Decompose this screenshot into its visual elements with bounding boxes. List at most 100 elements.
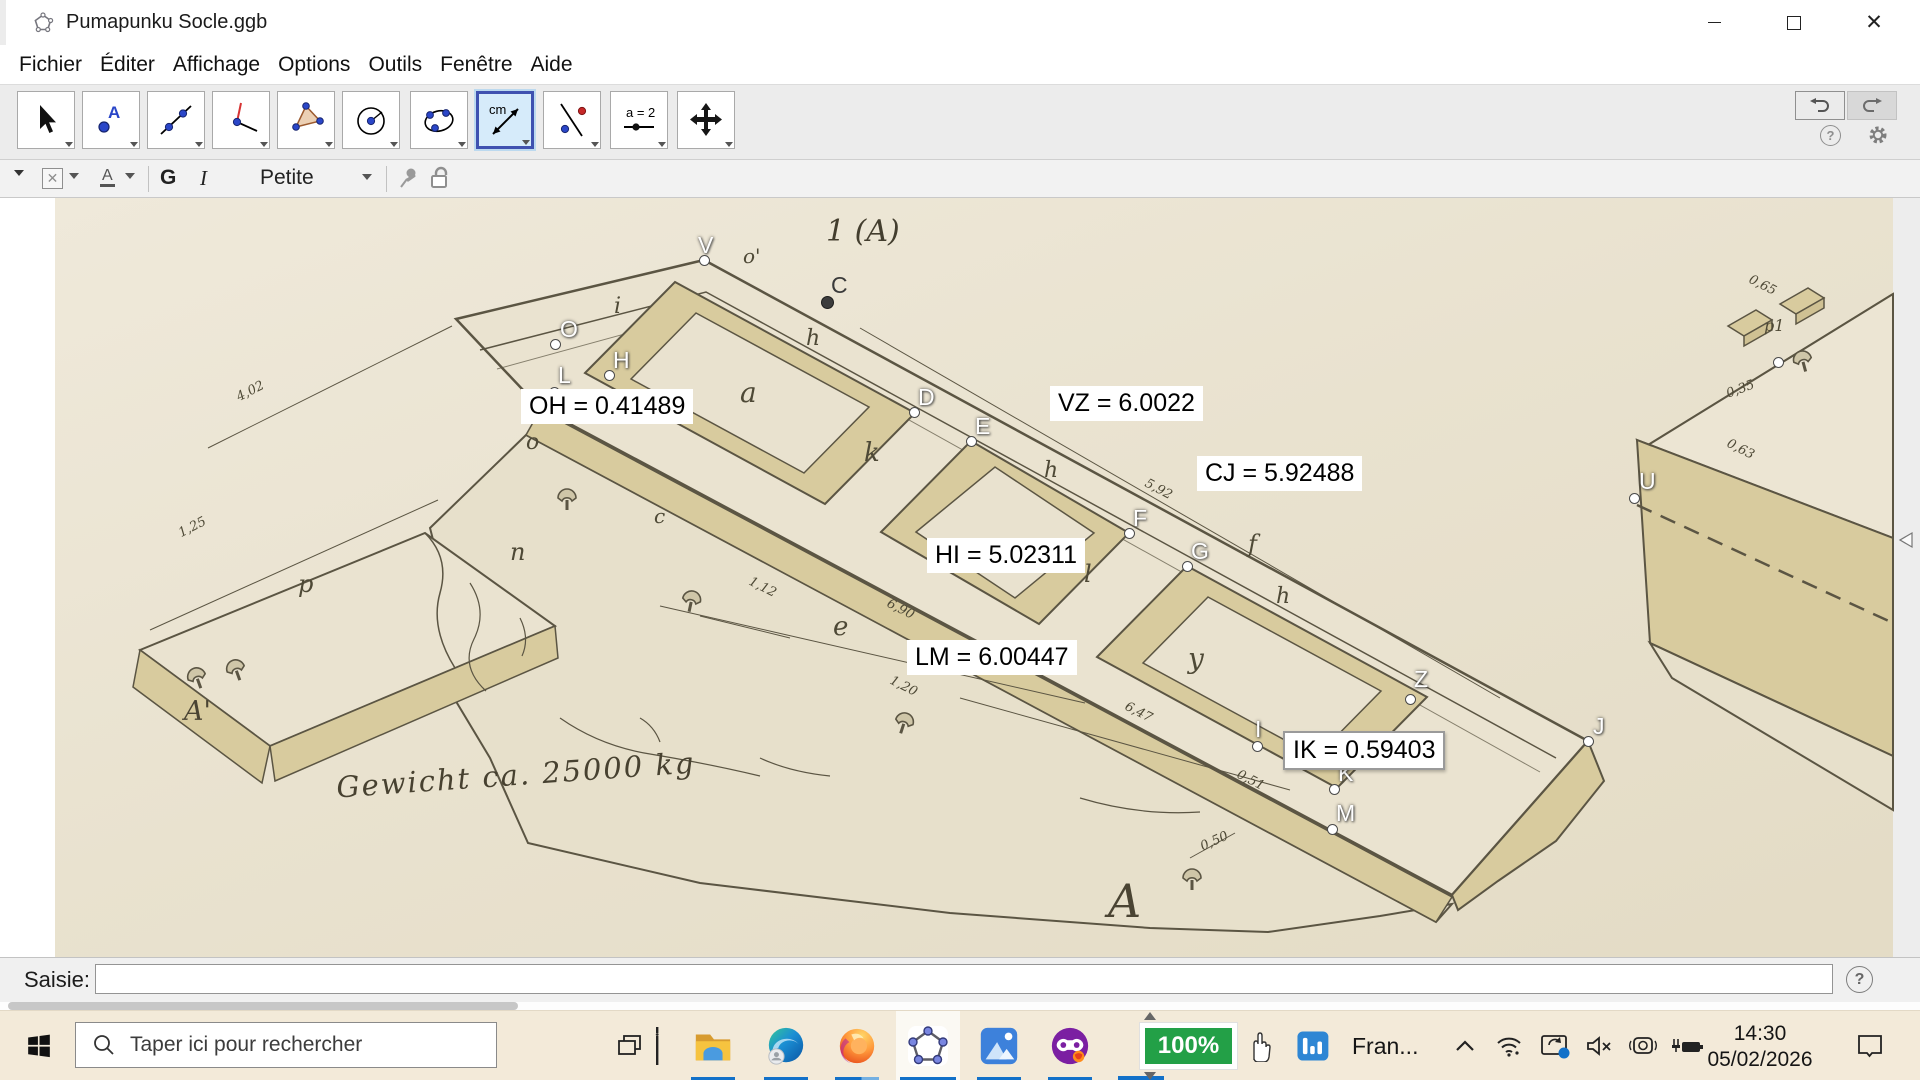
algebra-input[interactable] <box>95 964 1833 994</box>
reflect-icon <box>552 100 592 140</box>
taskbar-firefox[interactable] <box>833 1011 881 1080</box>
tool-conic[interactable] <box>410 91 468 149</box>
action-center-button[interactable] <box>1844 1011 1896 1080</box>
taskbar-file-explorer[interactable] <box>689 1011 737 1080</box>
plate-dimension: 0,50 <box>1198 829 1231 854</box>
taskbar-edge[interactable] <box>762 1011 810 1080</box>
pin-button[interactable] <box>398 166 420 195</box>
taskbar-geogebra-active[interactable] <box>896 1011 960 1080</box>
menu-item-fichier[interactable]: Fichier <box>10 45 91 84</box>
input-help-button[interactable]: ? <box>1846 966 1873 993</box>
measurement-label[interactable]: HI = 5.02311 <box>927 538 1085 573</box>
search-box[interactable]: Taper ici pour rechercher <box>75 1022 497 1068</box>
pen-cursor <box>652 1011 662 1080</box>
menu-item-fenêtre[interactable]: Fenêtre <box>431 45 521 84</box>
font-size-select[interactable]: Petite <box>260 166 314 190</box>
help-icon: ? <box>1820 125 1841 146</box>
tool-line[interactable] <box>147 91 205 149</box>
point-unnamed[interactable] <box>1773 357 1784 368</box>
tool-slider[interactable]: a = 2 <box>610 91 668 149</box>
measurement-label[interactable]: CJ = 5.92488 <box>1197 456 1362 491</box>
pin-icon <box>398 166 420 190</box>
menu-item-outils[interactable]: Outils <box>359 45 431 84</box>
cursor-icon <box>26 100 66 140</box>
measurement-label[interactable]: IK = 0.59403 <box>1283 731 1445 770</box>
redo-icon <box>1861 98 1883 114</box>
menu-item-aide[interactable]: Aide <box>522 45 582 84</box>
tool-distance[interactable]: cm <box>476 91 534 149</box>
tool-point[interactable]: A <box>82 91 140 149</box>
magnifier-up-icon[interactable] <box>1144 1012 1156 1020</box>
language-indicator[interactable]: Fran... <box>1352 1011 1418 1080</box>
tool-perpendicular-line[interactable] <box>212 91 270 149</box>
taskbar-clock[interactable]: 14:30 05/02/2026 <box>1700 1011 1820 1080</box>
task-view-button[interactable] <box>606 1011 654 1080</box>
tool-polygon[interactable] <box>277 91 335 149</box>
text-color-button[interactable]: A <box>100 167 115 187</box>
redo-button[interactable] <box>1847 91 1897 120</box>
bold-button[interactable]: G <box>160 166 176 190</box>
plate-dimension: 6,47 <box>1122 699 1155 726</box>
menu-item-éditer[interactable]: Éditer <box>91 45 164 84</box>
plate-letter: a <box>740 376 757 409</box>
taskbar-photos[interactable] <box>975 1011 1023 1080</box>
magnifier-widget[interactable]: 100% <box>1140 1023 1237 1069</box>
hidden-icons-button[interactable] <box>1446 1011 1484 1080</box>
camera-button[interactable] <box>1622 1011 1664 1080</box>
cast-icon <box>1540 1033 1570 1059</box>
measurement-label[interactable]: VZ = 6.0022 <box>1050 386 1203 421</box>
search-icon <box>92 1033 116 1057</box>
wifi-button[interactable] <box>1490 1011 1528 1080</box>
battery-icon <box>1670 1035 1704 1057</box>
tray-bars-app[interactable] <box>1286 1011 1338 1080</box>
start-button[interactable] <box>14 1011 64 1080</box>
style-bar: ✕ A G I Petite <box>0 160 1920 198</box>
menu-bar: FichierÉditerAffichageOptionsOutilsFenêt… <box>0 45 1920 84</box>
plate-dimension: 5,92 <box>1142 476 1175 503</box>
polygon-icon <box>286 100 326 140</box>
tool-reflect[interactable] <box>543 91 601 149</box>
maximize-icon <box>1787 16 1801 30</box>
taskbar-mask-app[interactable] <box>1046 1011 1094 1080</box>
maximize-button[interactable] <box>1766 0 1822 45</box>
tool-move-view[interactable] <box>677 91 735 149</box>
plate-letter-A: A <box>1108 874 1141 928</box>
tool-caret-icon <box>458 142 466 147</box>
graphics-view[interactable]: 1 (A) Gewicht ca. 25000 kg A A' o'ihakhf… <box>0 198 1920 957</box>
plate-letter: o' <box>743 244 761 268</box>
tool-caret-icon <box>658 142 666 147</box>
point-icon: A <box>91 100 131 140</box>
volume-button[interactable] <box>1580 1011 1618 1080</box>
measurement-label[interactable]: OH = 0.41489 <box>521 389 693 424</box>
tool-move[interactable] <box>17 91 75 149</box>
magnifier-down-icon[interactable] <box>1144 1072 1156 1080</box>
settings-button[interactable] <box>1868 125 1888 150</box>
bars-app-icon <box>1292 1026 1332 1066</box>
menu-item-options[interactable]: Options <box>269 45 359 84</box>
distance-cm-icon: cm <box>485 100 525 140</box>
point-label-O: O <box>560 316 578 343</box>
input-label: Saisie: <box>24 967 90 993</box>
tool-circle[interactable] <box>342 91 400 149</box>
minimize-button[interactable] <box>1686 0 1742 45</box>
lock-button[interactable] <box>428 165 452 196</box>
slider-icon: a = 2 <box>619 100 659 140</box>
menu-item-affichage[interactable]: Affichage <box>164 45 269 84</box>
input-bar: Saisie: ? <box>0 957 1920 1002</box>
italic-button[interactable]: I <box>200 166 207 191</box>
cast-button[interactable] <box>1534 1011 1576 1080</box>
measurement-label[interactable]: LM = 6.00447 <box>907 640 1077 675</box>
text-color-caret-icon[interactable] <box>125 173 135 179</box>
object-color-caret-icon[interactable] <box>69 173 79 179</box>
object-color-button[interactable]: ✕ <box>42 168 63 189</box>
tool-caret-icon <box>390 142 398 147</box>
font-size-caret-icon[interactable] <box>362 174 372 180</box>
plate-letter: f <box>1248 530 1257 558</box>
close-button[interactable]: ✕ <box>1846 0 1902 45</box>
plate-letter: p1 <box>1764 316 1784 335</box>
stylebar-menu-caret-icon[interactable] <box>14 170 24 176</box>
point-Z[interactable] <box>1405 694 1416 705</box>
handwritten-weight-note: Gewicht ca. 25000 kg <box>335 745 696 804</box>
undo-button[interactable] <box>1795 91 1845 120</box>
point-label-F: F <box>1133 505 1147 532</box>
